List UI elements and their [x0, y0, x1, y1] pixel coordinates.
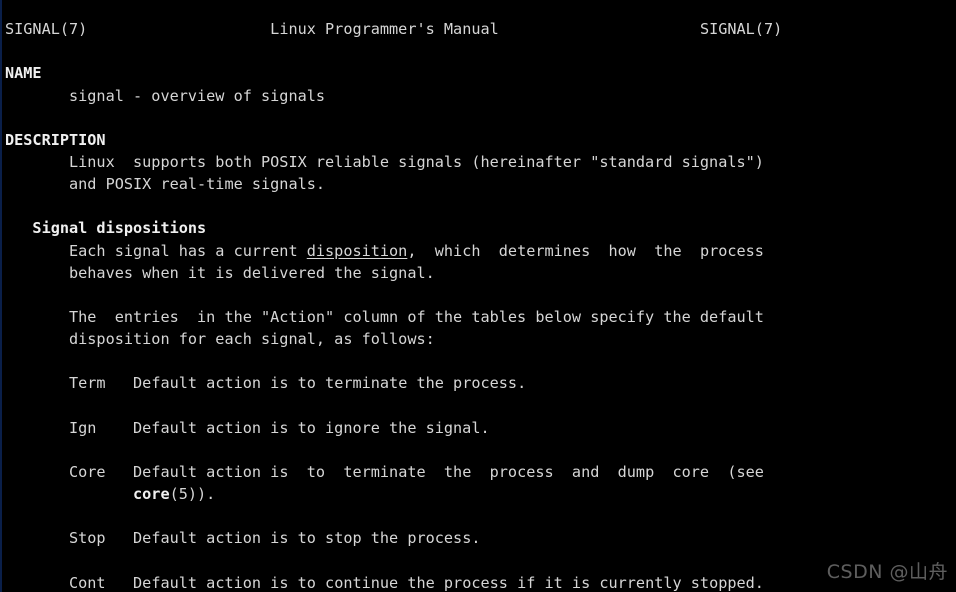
entry-label-ign: Ign — [5, 418, 97, 437]
manpage-header-row: SIGNAL(7) Linux Programmer's Manual SIGN… — [5, 18, 956, 40]
para1-text-before-link: Each signal has a current — [5, 241, 307, 260]
entry-label-cont: Cont — [5, 573, 106, 592]
entry-gap — [96, 419, 133, 437]
entry-gap — [106, 574, 133, 592]
section-heading-description: DESCRIPTION — [5, 130, 106, 149]
entry-text-term: Default action is to terminate the proce… — [133, 374, 527, 393]
dispositions-para1-line2: behaves when it is delivered the signal. — [5, 263, 435, 282]
manpage-content: SIGNAL(7) Linux Programmer's Manual SIGN… — [5, 18, 956, 592]
disposition-entry-ign: Ign Default action is to ignore the sign… — [5, 417, 956, 439]
disposition-entry-core-continuation: core(5)). — [5, 483, 956, 505]
entry-label-term: Term — [5, 374, 106, 393]
entry-gap — [106, 529, 133, 547]
core-manpage-link[interactable]: core — [133, 485, 170, 503]
header-spacer-2 — [499, 20, 700, 38]
entry-text-cont: Default action is to continue the proces… — [133, 573, 764, 592]
header-right-title: SIGNAL(7) — [699, 20, 783, 39]
entry-continuation-indent — [5, 485, 133, 503]
para1-text-after-link: , which determines how the process — [407, 241, 764, 260]
entry-gap — [106, 374, 133, 392]
header-spacer-1 — [87, 20, 270, 38]
core-manpage-section: (5)). — [169, 485, 216, 504]
entry-label-stop: Stop — [5, 529, 106, 548]
disposition-entry-cont: Cont Default action is to continue the p… — [5, 572, 956, 592]
name-body-line: signal - overview of signals — [5, 86, 326, 105]
disposition-entry-stop: Stop Default action is to stop the proce… — [5, 527, 956, 549]
subsection-heading-signal-dispositions: Signal dispositions — [5, 219, 207, 238]
dispositions-para1-line1: Each signal has a current disposition, w… — [5, 240, 956, 262]
disposition-entry-core: Core Default action is to terminate the … — [5, 461, 956, 483]
description-body-line-1: Linux supports both POSIX reliable signa… — [5, 153, 764, 172]
header-left-title: SIGNAL(7) — [5, 20, 88, 39]
header-center-title: Linux Programmer's Manual — [270, 20, 499, 39]
entry-gap — [106, 463, 133, 481]
entry-text-core: Default action is to terminate the proce… — [133, 463, 764, 481]
disposition-entry-term: Term Default action is to terminate the … — [5, 372, 956, 394]
dispositions-para2-line1: The entries in the "Action" column of th… — [5, 308, 764, 327]
dispositions-para2-line2: disposition for each signal, as follows: — [5, 330, 435, 349]
terminal-left-edge — [0, 0, 2, 592]
disposition-link[interactable]: disposition — [307, 242, 408, 260]
entry-label-core: Core — [5, 463, 106, 481]
entry-text-stop: Default action is to stop the process. — [133, 529, 481, 548]
description-body-line-2: and POSIX real-time signals. — [5, 175, 326, 194]
manpage-terminal-window: SIGNAL(7) Linux Programmer's Manual SIGN… — [0, 0, 956, 592]
entry-text-ign: Default action is to ignore the signal. — [133, 418, 490, 437]
section-heading-name: NAME — [5, 64, 42, 83]
